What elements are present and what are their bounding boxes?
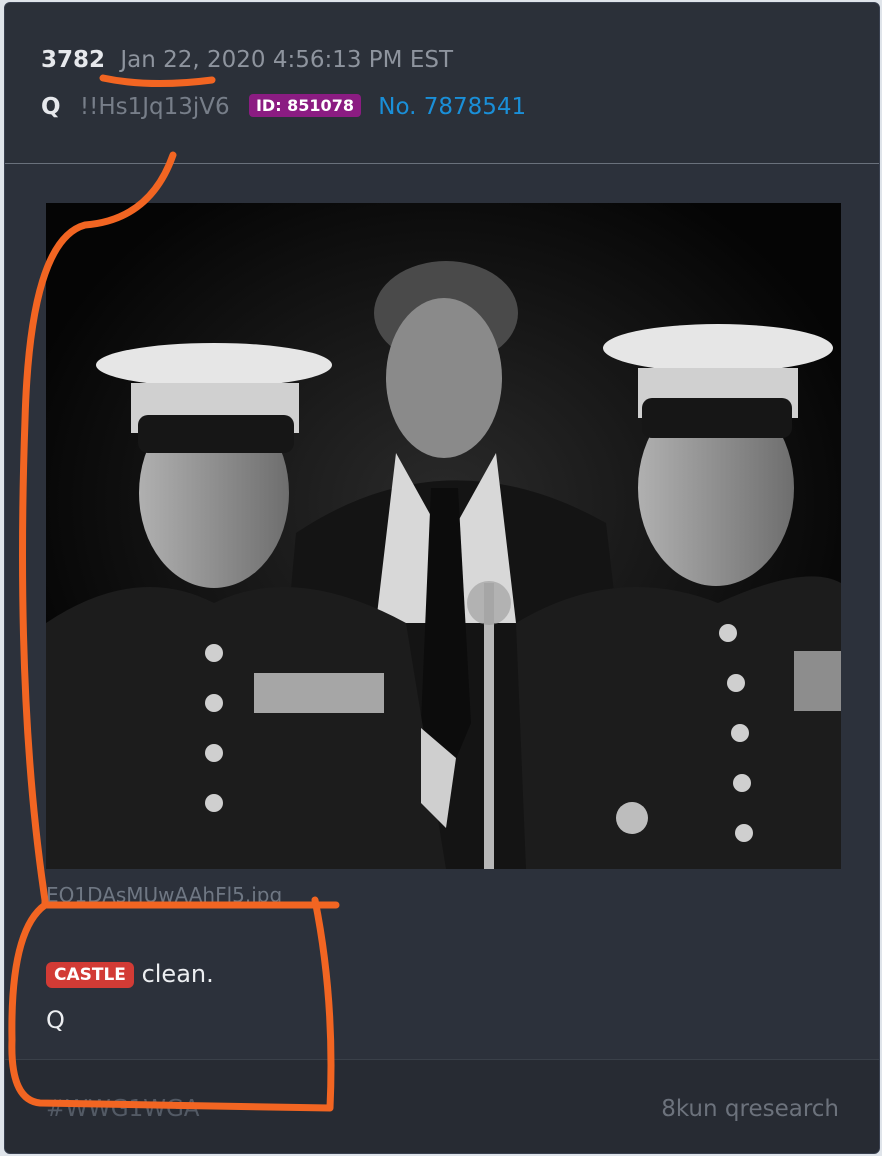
post-body: CASTLE clean. xyxy=(46,960,214,990)
hashtag: #WWG1WGA xyxy=(46,1096,200,1122)
id-badge: ID: 851078 xyxy=(248,94,361,117)
post-author-row: Q !!Hs1Jq13jV6 ID: 851078 No. 7878541 xyxy=(41,94,526,120)
post-number-link[interactable]: No. 7878541 xyxy=(378,94,526,120)
tripcode: !!Hs1Jq13jV6 xyxy=(79,94,230,120)
post-meta-row: 3782 Jan 22, 2020 4:56:13 PM EST xyxy=(41,47,453,73)
source-label: 8kun qresearch xyxy=(661,1096,839,1122)
post-number: 3782 xyxy=(41,47,106,73)
post-header: 3782 Jan 22, 2020 4:56:13 PM EST Q !!Hs1… xyxy=(5,3,879,164)
post-card: 3782 Jan 22, 2020 4:56:13 PM EST Q !!Hs1… xyxy=(4,2,880,1154)
post-footer: #WWG1WGA 8kun qresearch xyxy=(5,1059,879,1153)
castle-tag: CASTLE xyxy=(46,962,134,988)
author-name: Q xyxy=(41,94,61,120)
post-signature: Q xyxy=(46,1006,65,1034)
photo-icon xyxy=(46,203,841,869)
post-date: Jan 22, 2020 4:56:13 PM EST xyxy=(120,47,454,73)
post-body-text: clean. xyxy=(141,960,214,988)
image-filename-link[interactable]: EO1DAsMUwAAhFl5.jpg xyxy=(46,883,282,907)
post-image[interactable] xyxy=(46,203,841,869)
